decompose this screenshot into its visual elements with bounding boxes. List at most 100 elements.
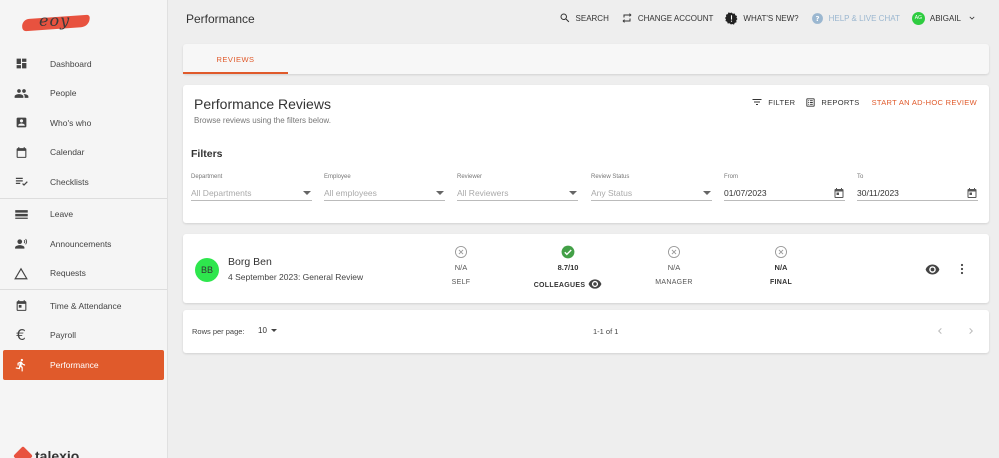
not-applicable-icon bbox=[634, 245, 714, 259]
rows-per-page-value: 10 bbox=[258, 326, 267, 335]
to-date-field[interactable]: To 30/11/2023 bbox=[857, 174, 978, 201]
sidebar-item-label: Dashboard bbox=[50, 58, 92, 69]
dashboard-icon bbox=[13, 56, 29, 72]
page-range: 1-1 of 1 bbox=[593, 327, 619, 336]
field-underline bbox=[857, 200, 978, 201]
check-circle-icon bbox=[528, 245, 608, 259]
tab-reviews[interactable]: REVIEWS bbox=[183, 44, 288, 74]
field-underline bbox=[191, 200, 312, 201]
sidebar-item-label: People bbox=[50, 88, 77, 99]
top-actions: SEARCH CHANGE ACCOUNT WHAT'S NEW? ? HELP… bbox=[547, 9, 977, 27]
calendar-icon bbox=[13, 144, 29, 160]
stage-label: MANAGER bbox=[655, 279, 693, 286]
sidebar-item-leave[interactable]: Leave bbox=[0, 200, 167, 230]
filter-value: All employees bbox=[324, 188, 377, 198]
reports-label: REPORTS bbox=[821, 97, 860, 107]
search-button[interactable]: SEARCH bbox=[559, 12, 609, 24]
brand-footer: talexio bbox=[13, 446, 80, 458]
checklist-icon bbox=[13, 174, 29, 190]
reviews-subtitle: Browse reviews using the filters below. bbox=[194, 116, 331, 125]
sidebar-item-label: Requests bbox=[50, 268, 86, 279]
reports-button[interactable]: REPORTS bbox=[805, 97, 859, 108]
more-options-icon[interactable] bbox=[958, 262, 966, 280]
sidebar-item-checklists[interactable]: Checklists bbox=[0, 167, 167, 197]
previous-page-button[interactable] bbox=[934, 324, 946, 343]
reports-icon bbox=[805, 97, 816, 108]
help-live-chat-button[interactable]: ? HELP & LIVE CHAT bbox=[811, 12, 900, 25]
brand-name: talexio bbox=[35, 448, 80, 458]
filter-label: FILTER bbox=[768, 97, 796, 107]
reviews-actions: FILTER REPORTS START AN AD-HOC REVIEW bbox=[741, 96, 977, 108]
filter-value: 30/11/2023 bbox=[857, 188, 899, 198]
search-label: SEARCH bbox=[575, 13, 609, 23]
employee-avatar: BB bbox=[195, 258, 219, 282]
field-underline bbox=[724, 200, 845, 201]
next-page-button[interactable] bbox=[965, 324, 977, 343]
dropdown-caret-icon bbox=[569, 191, 577, 195]
change-account-label: CHANGE ACCOUNT bbox=[637, 13, 714, 23]
stage-self: N/A SELF bbox=[421, 245, 501, 286]
stage-colleagues: 8.7/10 COLLEAGUES bbox=[528, 245, 608, 291]
filter-label: From bbox=[724, 174, 738, 180]
review-status-select[interactable]: Review Status Any Status bbox=[591, 174, 712, 201]
chevron-left-icon bbox=[938, 328, 942, 334]
sidebar-item-performance[interactable]: Performance bbox=[3, 350, 164, 380]
dropdown-caret-icon bbox=[703, 191, 711, 195]
dropdown-caret-icon bbox=[270, 329, 277, 332]
filters-heading: Filters bbox=[191, 148, 223, 160]
start-adhoc-review-button[interactable]: START AN AD-HOC REVIEW bbox=[872, 98, 977, 107]
running-icon bbox=[13, 357, 29, 373]
reviews-panel: Performance Reviews Browse reviews using… bbox=[183, 85, 989, 223]
field-underline bbox=[324, 200, 445, 201]
sidebar-item-label: Time & Attendance bbox=[50, 300, 122, 311]
sidebar-item-label: Calendar bbox=[50, 147, 85, 158]
reviewer-select[interactable]: Reviewer All Reviewers bbox=[457, 174, 578, 201]
change-account-button[interactable]: CHANGE ACCOUNT bbox=[621, 12, 714, 24]
search-icon bbox=[559, 12, 571, 24]
filter-label: Review Status bbox=[591, 174, 630, 180]
field-underline bbox=[591, 200, 712, 201]
company-logo[interactable]: eoy bbox=[21, 8, 92, 38]
rows-per-page-select[interactable]: 10 bbox=[258, 326, 277, 335]
sidebar-item-label: Announcements bbox=[50, 238, 112, 249]
user-menu-button[interactable]: AG ABIGAIL bbox=[911, 11, 977, 25]
filter-value: Any Status bbox=[591, 188, 633, 198]
calendar-icon[interactable] bbox=[966, 186, 978, 204]
announcement-icon bbox=[13, 236, 29, 252]
sidebar-item-people[interactable]: People bbox=[0, 79, 167, 109]
people-icon bbox=[13, 85, 29, 101]
sidebar-item-calendar[interactable]: Calendar bbox=[0, 138, 167, 168]
filter-label: Reviewer bbox=[457, 174, 483, 180]
sidebar-nav: Dashboard People Who's who Calendar Chec… bbox=[0, 49, 167, 380]
sidebar-item-whos-who[interactable]: Who's who bbox=[0, 108, 167, 138]
from-date-field[interactable]: From 01/07/2023 bbox=[724, 174, 845, 201]
dropdown-caret-icon bbox=[303, 191, 311, 195]
pagination-bar: Rows per page: 10 1-1 of 1 bbox=[183, 310, 989, 353]
sidebar-item-requests[interactable]: Requests bbox=[0, 259, 167, 289]
filter-icon bbox=[751, 96, 763, 108]
filter-button[interactable]: FILTER bbox=[751, 96, 795, 108]
calendar-clock-icon bbox=[13, 298, 29, 314]
review-row[interactable]: BB Borg Ben 4 September 2023: General Re… bbox=[183, 234, 989, 303]
not-applicable-icon bbox=[421, 245, 501, 259]
chevron-right-icon bbox=[969, 328, 973, 334]
sidebar-item-label: Who's who bbox=[50, 117, 92, 128]
sidebar-item-announcements[interactable]: Announcements bbox=[0, 229, 167, 259]
chevron-down-icon bbox=[967, 13, 977, 23]
brand-mark-icon bbox=[13, 446, 33, 458]
sidebar-item-dashboard[interactable]: Dashboard bbox=[0, 49, 167, 79]
page-title: Performance bbox=[186, 12, 255, 26]
tabs-bar: REVIEWS bbox=[183, 44, 989, 74]
sidebar-item-payroll[interactable]: € Payroll bbox=[0, 321, 167, 351]
view-review-eye-icon[interactable] bbox=[925, 262, 940, 280]
stage-label: SELF bbox=[451, 279, 471, 286]
whats-new-button[interactable]: WHAT'S NEW? bbox=[725, 11, 799, 25]
employee-select[interactable]: Employee All employees bbox=[324, 174, 445, 201]
sidebar-item-time-attendance[interactable]: Time & Attendance bbox=[0, 291, 167, 321]
calendar-icon[interactable] bbox=[833, 186, 845, 204]
filter-value: 01/07/2023 bbox=[724, 188, 767, 198]
employee-name: Borg Ben bbox=[228, 256, 272, 268]
department-select[interactable]: Department All Departments bbox=[191, 174, 312, 201]
view-colleagues-eye-icon[interactable] bbox=[588, 279, 602, 291]
euro-icon: € bbox=[16, 326, 26, 345]
